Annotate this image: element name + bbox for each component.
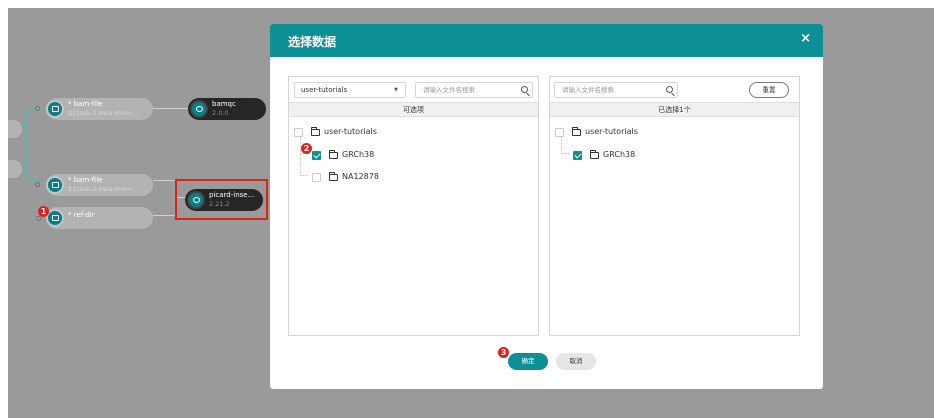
checkbox[interactable] — [573, 151, 582, 160]
search-placeholder: 请输入文件名搜索 — [423, 86, 475, 94]
selected-panel: 请输入文件名搜索 重置 已选择1个 user-tutorials GRCh38 — [549, 76, 800, 336]
step-badge: 3 — [498, 347, 509, 358]
connection-line — [26, 110, 27, 180]
folder-icon — [329, 172, 338, 181]
node-subtitle: 2.21.2 — [209, 200, 230, 208]
output-port[interactable] — [35, 182, 40, 187]
partial-node[interactable] — [8, 120, 22, 138]
checkbox[interactable] — [312, 151, 321, 160]
folder-icon — [590, 150, 599, 159]
folder-icon — [311, 127, 320, 136]
input-node-ref-dir[interactable]: * ref-dir — [46, 207, 153, 229]
partial-node[interactable] — [8, 160, 22, 178]
connection-line — [26, 180, 42, 181]
select-data-dialog: 选择数据 × user-tutorials ▼ 请输入文件名搜索 可选项 use… — [270, 24, 823, 389]
tree-item-label: GRCh38 — [603, 150, 636, 159]
folder-icon — [329, 150, 338, 159]
connection-line — [153, 215, 176, 216]
input-node-bam-file[interactable]: * bam-file ${task-2-bwa-mem... — [46, 174, 153, 196]
tree-connector — [561, 137, 569, 154]
connection-line — [26, 110, 42, 111]
panel-toolbar: 请输入文件名搜索 重置 — [550, 77, 799, 103]
caret-down-icon: ▼ — [394, 87, 398, 93]
cancel-button[interactable]: 取消 — [556, 353, 596, 370]
connection-line — [153, 180, 176, 181]
output-port[interactable] — [35, 106, 40, 111]
tool-icon — [190, 100, 208, 118]
panel-caption: 已选择1个 — [550, 103, 799, 117]
panel-caption: 可选项 — [289, 103, 538, 117]
tool-icon — [187, 191, 205, 209]
select-value: user-tutorials — [301, 86, 348, 94]
step-badge: 2 — [301, 143, 312, 154]
file-icon — [46, 100, 64, 118]
workflow-canvas: * bam-file ${task-2-bwa-mem... bamqc 2.0… — [8, 8, 934, 418]
tree-item-label: GRCh38 — [342, 150, 375, 159]
source-select[interactable]: user-tutorials ▼ — [294, 82, 406, 98]
tree-item-label: user-tutorials — [324, 127, 377, 136]
folder-icon — [572, 127, 581, 136]
panel-toolbar: user-tutorials ▼ 请输入文件名搜索 — [289, 77, 538, 103]
checkbox[interactable] — [294, 128, 303, 137]
available-panel: user-tutorials ▼ 请输入文件名搜索 可选项 user-tutor… — [288, 76, 539, 336]
node-title: * bam-file — [68, 176, 103, 184]
node-subtitle: ${task-2-bwa-mem... — [68, 185, 138, 193]
search-icon[interactable] — [521, 86, 528, 93]
input-node-bam-file[interactable]: * bam-file ${task-2-bwa-mem... — [46, 98, 153, 120]
tool-node-picard[interactable]: picard-inse... 2.21.2 — [185, 189, 263, 211]
dialog-title: 选择数据 — [288, 35, 337, 49]
tree-item-label: user-tutorials — [585, 127, 638, 136]
node-title: picard-inse... — [209, 191, 255, 199]
node-title: * ref-dir — [68, 211, 95, 219]
output-port[interactable] — [36, 216, 41, 221]
checkbox[interactable] — [555, 128, 564, 137]
step-badge: 1 — [38, 206, 49, 217]
close-icon[interactable]: × — [800, 31, 811, 46]
search-input[interactable]: 请输入文件名搜索 — [415, 82, 533, 98]
tool-node-bamqc[interactable]: bamqc 2.0.0 — [188, 98, 266, 120]
tree-connector — [300, 153, 308, 176]
node-subtitle: 2.0.0 — [212, 109, 229, 117]
connection-line — [153, 108, 188, 109]
confirm-button[interactable]: 确定 — [508, 353, 548, 370]
checkbox[interactable] — [312, 173, 321, 182]
node-title: bamqc — [212, 100, 236, 108]
search-input[interactable]: 请输入文件名搜索 — [554, 82, 678, 98]
search-icon[interactable] — [666, 86, 673, 93]
dialog-header: 选择数据 × — [270, 24, 823, 57]
search-placeholder: 请输入文件名搜索 — [562, 86, 614, 94]
file-icon — [46, 176, 64, 194]
reset-button[interactable]: 重置 — [749, 82, 789, 98]
node-subtitle: ${task-2-bwa-mem... — [68, 109, 138, 117]
node-title: * bam-file — [68, 100, 103, 108]
tree-item-label: NA12878 — [342, 172, 379, 181]
